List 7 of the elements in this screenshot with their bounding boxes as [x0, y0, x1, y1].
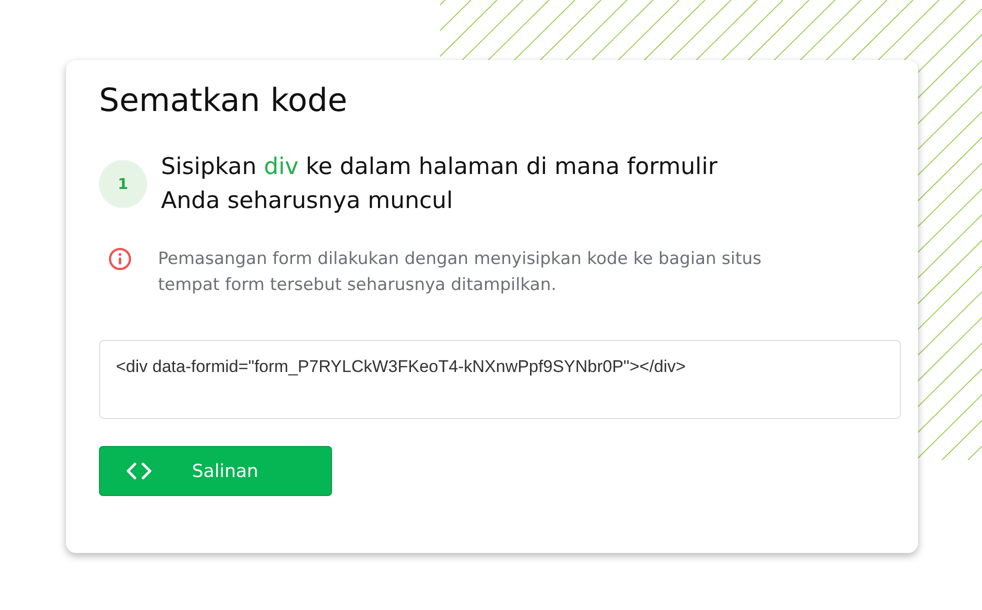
step-number: 1: [99, 160, 147, 208]
code-field[interactable]: <div data-formid="form_P7RYLCkW3FKeoT4-kNXnwPpf9SYNbr0P"></div>: [99, 340, 901, 419]
step-text: Sisipkan div ke dalam halaman di mana formulir Anda seharusnya muncul: [161, 153, 718, 216]
card-title: Sematkan kode: [99, 80, 348, 121]
info-icon: [108, 247, 132, 271]
code-icon: [126, 462, 152, 480]
info-text: Pemasangan form dilakukan dengan menyisipkan kode ke bagian situs tempat form tersebut seharusnya ditampilkan.: [158, 248, 763, 297]
